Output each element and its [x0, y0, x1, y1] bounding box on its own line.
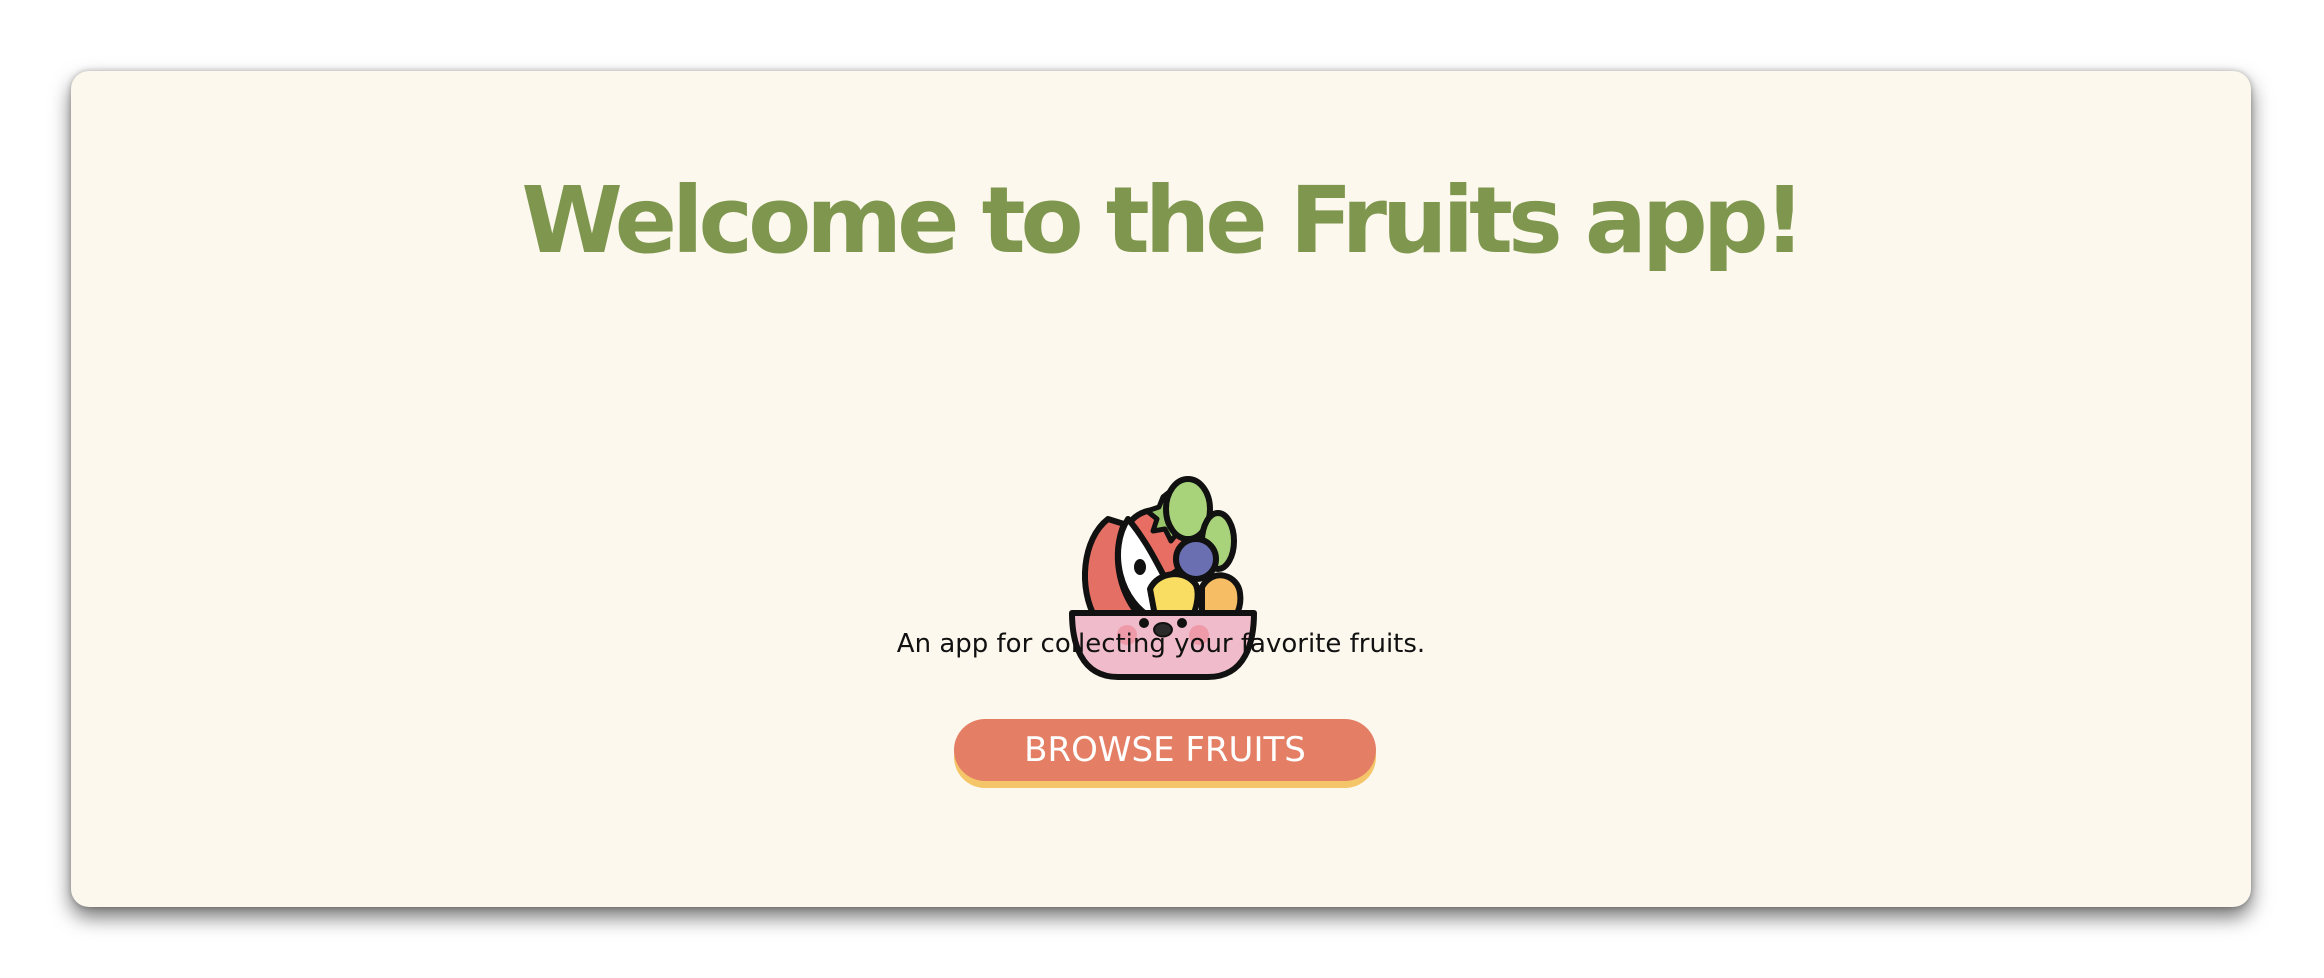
browse-fruits-button[interactable]: BROWSE FRUITS: [954, 719, 1376, 781]
page-title: Welcome to the Fruits app!: [521, 167, 1805, 274]
tagline-text: An app for collecting your favorite frui…: [896, 629, 1426, 659]
welcome-card: Welcome to the Fruits app! An app for co…: [71, 71, 2251, 907]
